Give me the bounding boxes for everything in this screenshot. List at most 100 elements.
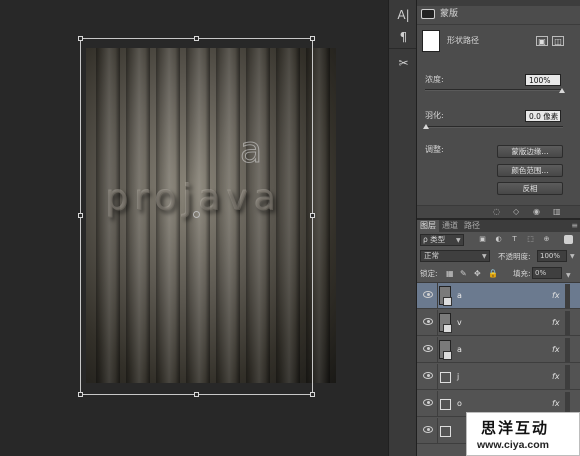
watermark-logo: 思洋互动 www.ciya.com — [466, 412, 580, 456]
shape-layer-thumbnail-icon[interactable] — [439, 367, 451, 386]
layers-tab-bar: 图层 通道 路径 ≡ — [417, 220, 580, 232]
shape-filter-icon[interactable]: ⬚ — [526, 235, 535, 244]
feather-input[interactable]: 0.0 像素 — [525, 110, 561, 122]
visibility-icon[interactable]: ◉ — [533, 207, 540, 216]
transform-pivot-point[interactable] — [193, 211, 200, 218]
opacity-input[interactable]: 100% — [537, 250, 567, 262]
expand-effects-icon[interactable] — [565, 284, 570, 308]
eye-visibility-icon[interactable] — [423, 318, 433, 325]
layer-row[interactable]: v fx — [417, 310, 580, 336]
layer-row[interactable]: j fx — [417, 364, 580, 390]
layer-name[interactable]: a — [457, 345, 462, 354]
divider — [437, 418, 438, 444]
transform-handle[interactable] — [310, 392, 315, 397]
watermark-url: www.ciya.com — [477, 439, 549, 451]
lock-transparent-icon[interactable]: ▦ — [446, 268, 454, 280]
properties-footer: ◌ ◇ ◉ ▥ — [417, 205, 580, 218]
mask-edge-button[interactable]: 蒙版边缘... — [497, 145, 563, 158]
blend-mode-select[interactable]: 正常 — [420, 250, 490, 262]
layer-effects-fx-icon[interactable]: fx — [552, 345, 560, 354]
layer-name[interactable]: j — [457, 372, 459, 381]
smart-object-thumbnail-icon[interactable] — [439, 286, 452, 306]
mask-icon[interactable] — [421, 8, 435, 19]
chevron-down-icon: ▼ — [456, 237, 461, 244]
blend-row: 正常 ▼ 不透明度: 100% ▼ — [420, 250, 577, 264]
transform-handle[interactable] — [310, 213, 315, 218]
apply-mask-icon[interactable]: ◇ — [513, 207, 519, 216]
character-icon[interactable]: A| — [389, 4, 418, 26]
color-range-button[interactable]: 颜色范围... — [497, 164, 563, 177]
text-filter-icon[interactable]: T — [510, 235, 519, 244]
delete-mask-icon[interactable]: ▥ — [553, 207, 561, 216]
layer-row[interactable]: a fx — [417, 283, 580, 309]
invert-button[interactable]: 反相 — [497, 182, 563, 195]
transform-handle[interactable] — [194, 36, 199, 41]
transform-handle[interactable] — [78, 213, 83, 218]
divider — [437, 364, 438, 390]
transform-handle[interactable] — [194, 392, 199, 397]
layer-effects-fx-icon[interactable]: fx — [552, 372, 560, 381]
panel-dock-toolstrip: A| ¶ ✂ — [388, 0, 417, 456]
add-vector-mask-icon[interactable]: ◫ — [552, 36, 564, 46]
adjustment-filter-icon[interactable]: ◐ — [494, 235, 503, 244]
smart-object-thumbnail-icon[interactable] — [439, 340, 452, 360]
density-slider[interactable] — [425, 89, 563, 91]
lock-image-icon[interactable]: ✎ — [460, 268, 467, 280]
fill-input[interactable]: 0% — [532, 267, 562, 279]
layer-name[interactable]: a — [457, 291, 462, 300]
feather-label: 羽化: — [425, 111, 444, 120]
eye-visibility-icon[interactable] — [423, 399, 433, 406]
load-selection-icon[interactable]: ◌ — [493, 207, 500, 216]
smart-object-thumbnail-icon[interactable] — [439, 313, 452, 333]
transform-handle[interactable] — [78, 36, 83, 41]
watermark-title: 思洋互动 — [481, 419, 550, 437]
lock-position-icon[interactable]: ✥ — [474, 268, 481, 280]
opacity-label: 不透明度: — [498, 252, 531, 261]
smart-filter-icon[interactable]: ⊕ — [542, 235, 551, 244]
tab-paths[interactable]: 路径 — [461, 220, 483, 232]
lock-label: 锁定: — [420, 269, 438, 278]
layer-effects-fx-icon[interactable]: fx — [552, 291, 560, 300]
panel-menu-icon[interactable]: ≡ — [571, 220, 578, 232]
divider — [437, 310, 438, 336]
divider — [437, 391, 438, 417]
shape-layer-thumbnail-icon[interactable] — [439, 421, 451, 440]
transform-handle[interactable] — [310, 36, 315, 41]
adjust-label: 调整: — [425, 145, 444, 154]
tools-icon[interactable]: ✂ — [389, 52, 418, 74]
layer-filter-row: ρ 类型 ▼ ▣ ◐ T ⬚ ⊕ — [420, 234, 577, 248]
tab-layers[interactable]: 图层 — [417, 220, 439, 232]
eye-visibility-icon[interactable] — [423, 291, 433, 298]
density-slider-thumb[interactable] — [559, 88, 565, 93]
chevron-down-icon[interactable]: ▼ — [566, 270, 571, 282]
chevron-down-icon: ▼ — [482, 253, 487, 260]
image-filter-icon[interactable]: ▣ — [478, 235, 487, 244]
expand-effects-icon[interactable] — [565, 365, 570, 389]
layer-name[interactable]: v — [457, 318, 462, 327]
feather-slider-thumb[interactable] — [423, 124, 429, 129]
chevron-down-icon[interactable]: ▼ — [570, 253, 575, 260]
layer-name[interactable]: o — [457, 399, 462, 408]
layer-effects-fx-icon[interactable]: fx — [552, 318, 560, 327]
photoshop-window: projava a A| ¶ ✂ 蒙版 形状路径 ▣ ◫ 浓度: 100% 羽化… — [0, 0, 580, 456]
paragraph-icon[interactable]: ¶ — [389, 26, 418, 48]
canvas-area[interactable]: projava a — [0, 0, 388, 456]
lock-all-icon[interactable]: 🔒 — [488, 268, 498, 280]
layer-effects-fx-icon[interactable]: fx — [552, 399, 560, 408]
vector-mask-thumbnail[interactable] — [422, 30, 440, 52]
eye-visibility-icon[interactable] — [423, 372, 433, 379]
eye-visibility-icon[interactable] — [423, 426, 433, 433]
shape-layer-thumbnail-icon[interactable] — [439, 394, 451, 413]
filter-toggle-icon[interactable] — [564, 235, 573, 244]
vector-mask-label: 形状路径 — [447, 36, 479, 45]
density-input[interactable]: 100% — [525, 74, 561, 86]
expand-effects-icon[interactable] — [565, 311, 570, 335]
expand-effects-icon[interactable] — [565, 338, 570, 362]
feather-slider[interactable] — [425, 126, 563, 128]
transform-handle[interactable] — [78, 392, 83, 397]
add-pixel-mask-icon[interactable]: ▣ — [536, 36, 548, 46]
fill-label: 填充: — [513, 269, 531, 278]
layer-row[interactable]: a fx — [417, 337, 580, 363]
eye-visibility-icon[interactable] — [423, 345, 433, 352]
tab-channels[interactable]: 通道 — [439, 220, 461, 232]
